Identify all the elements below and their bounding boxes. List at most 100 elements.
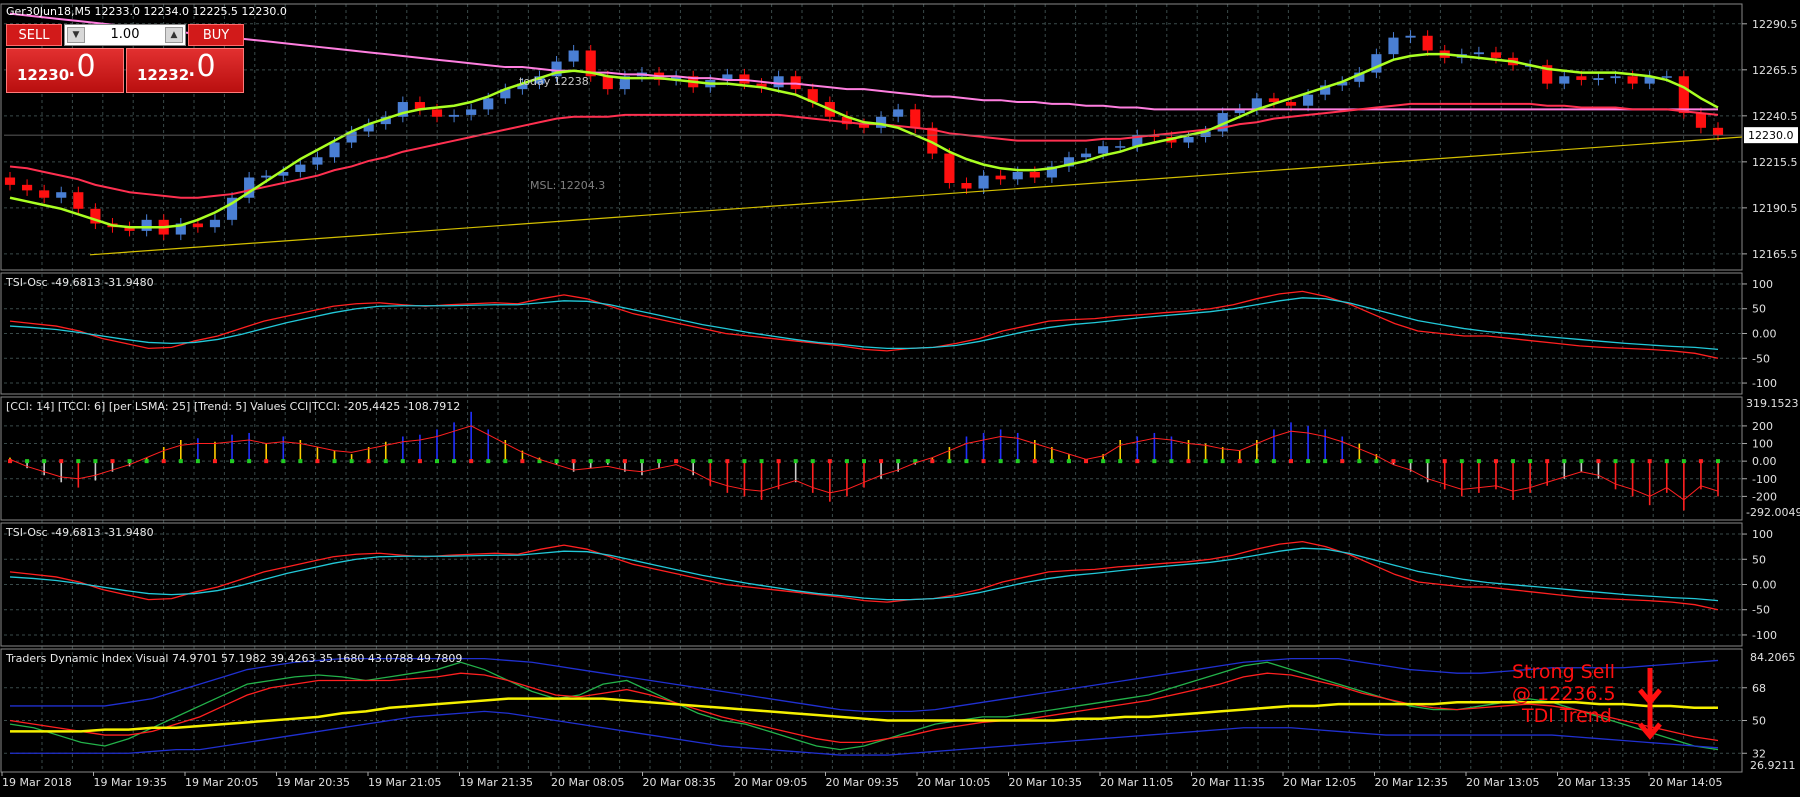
y-tick-label: 50: [1752, 303, 1766, 316]
signal-annotation-line: TDI Trend: [1521, 705, 1612, 727]
cci-zero-dot: [827, 459, 832, 464]
candle-body: [1610, 76, 1621, 79]
cci-zero-dot: [1220, 459, 1225, 464]
cci-zero-dot: [400, 459, 405, 464]
candle-body: [1098, 146, 1109, 154]
cci-zero-dot: [1545, 459, 1550, 464]
buy-price-button[interactable]: 12232 .0: [126, 48, 244, 93]
lot-size-value[interactable]: 1.00: [87, 25, 163, 45]
y-tick-label: -50: [1752, 604, 1770, 617]
candle-body: [141, 219, 152, 231]
cci-zero-dot: [332, 459, 337, 464]
candle-body: [773, 76, 784, 88]
price-axis: 12290.5 12265.5 12240.5 12215.5 12190.5 12165…: [1742, 18, 1800, 772]
cci-zero-dot: [264, 459, 269, 464]
cci-zero-dot: [1289, 459, 1293, 464]
y-tick-label: -100: [1752, 377, 1777, 390]
candle-body: [1559, 76, 1570, 84]
y-tick-label: 0.00: [1752, 579, 1777, 592]
panel-frame-cci: [0, 396, 1743, 521]
chart-canvas[interactable]: 12290.5 12265.5 12240.5 12215.5 12190.5 12165…: [0, 0, 1800, 793]
candle-body: [1490, 52, 1502, 58]
cci-zero-dot: [144, 459, 149, 464]
candle-body: [978, 175, 989, 189]
cci-zero-dot: [639, 459, 644, 464]
candle-body: [602, 76, 613, 90]
candle-body: [1029, 171, 1040, 178]
candle-body: [893, 109, 904, 117]
x-tick-label: 19 Mar 20:35: [277, 776, 350, 789]
cci-zero-dot: [1374, 459, 1379, 464]
cci-zero-dot: [674, 459, 679, 464]
cci-zero-dot: [1254, 459, 1259, 464]
cci-zero-dot: [1135, 459, 1140, 464]
candle-body: [431, 109, 443, 117]
candle-body: [1388, 37, 1399, 55]
candle-body: [1422, 35, 1433, 51]
cci-zero-dot: [605, 459, 610, 464]
cci-zero-dot: [998, 459, 1003, 464]
x-tick-label: 19 Mar 21:35: [460, 776, 533, 789]
lot-increase-button[interactable]: ▲: [165, 27, 183, 43]
cci-zero-dot: [178, 459, 183, 464]
cci-zero-dot: [1408, 459, 1413, 464]
y-tick-label: 12165.5: [1752, 248, 1798, 261]
candle-body: [1405, 35, 1416, 38]
cci-zero-dot: [1442, 459, 1447, 464]
lot-size-stepper[interactable]: ▼ 1.00 ▲: [64, 24, 186, 46]
cci-zero-dot: [435, 459, 439, 464]
cci-zero-dot: [554, 459, 559, 464]
cci-zero-dot: [1562, 459, 1567, 464]
y-tick-label: 100: [1752, 278, 1773, 291]
buy-button[interactable]: BUY: [188, 24, 244, 46]
indicator-label: TSI-Osc -49.6813 -31.9480: [5, 276, 154, 289]
chart-marks: TSI-Osc -49.6813 -31.9480 TSI-Osc -49.681…: [4, 12, 1743, 756]
y-tick-label: 0.00: [1752, 455, 1777, 468]
cci-zero-dot: [776, 459, 781, 464]
sell-price-button[interactable]: 12230 .0: [6, 48, 124, 93]
candle-body: [22, 184, 33, 191]
indicator-label: [CCI: 14] [TCCI: 6] [per LSMA: 25] [Tren…: [6, 400, 460, 413]
cci-zero-dot: [964, 459, 969, 464]
cci-zero-dot: [1357, 459, 1362, 464]
candle-body: [295, 164, 306, 172]
cci-zero-dot: [896, 459, 901, 464]
sell-button[interactable]: SELL: [6, 24, 62, 46]
x-tick-label: 20 Mar 12:05: [1283, 776, 1356, 789]
cci-zero-dot: [1391, 459, 1396, 464]
chart-title: Ger30Jun18,M5 12233.0 12234.0 12225.5 12…: [6, 5, 287, 18]
cci-zero-dot: [1118, 459, 1123, 464]
tdi-top-value: 84.2065: [1750, 651, 1796, 664]
cci-zero-dot: [1716, 459, 1720, 464]
cci-zero-dot: [571, 459, 576, 464]
cci-zero-dot: [879, 459, 884, 464]
cci-zero-dot: [1237, 459, 1242, 464]
lot-decrease-button[interactable]: ▼: [67, 27, 85, 43]
cci-zero-dot: [1476, 459, 1481, 464]
candle-body: [483, 98, 494, 110]
y-tick-label: 12190.5: [1752, 202, 1798, 215]
cci-zero-dot: [1579, 459, 1584, 464]
cci-zero-dot: [759, 459, 764, 464]
candle-body: [56, 192, 67, 198]
y-tick-label: 12290.5: [1752, 18, 1798, 31]
candle-body: [329, 142, 340, 158]
cci-zero-dot: [588, 459, 593, 464]
candle-body: [1303, 94, 1314, 106]
cci-zero-dot: [1340, 459, 1345, 464]
series-red-line: [9, 540, 1719, 611]
candle-body: [1473, 52, 1484, 55]
time-axis: 19 Mar 2018 19 Mar 19:35 19 Mar 20:05 19 Ma…: [1, 772, 1722, 789]
cci-zero-dot: [1169, 459, 1174, 464]
cci-zero-dot: [315, 459, 320, 464]
cci-zero-dot: [1203, 459, 1208, 464]
cci-zero-dot: [76, 459, 81, 464]
cci-zero-dot: [1681, 459, 1686, 464]
y-tick-label: -50: [1752, 352, 1770, 365]
cci-zero-dot: [1613, 459, 1618, 464]
sell-arrow-icon: [1638, 668, 1662, 706]
cci-zero-dot: [1459, 459, 1464, 464]
y-tick-label: 50: [1752, 715, 1766, 728]
cci-bottom-value: -292.0049: [1746, 506, 1800, 519]
x-tick-label: 20 Mar 09:35: [826, 776, 899, 789]
